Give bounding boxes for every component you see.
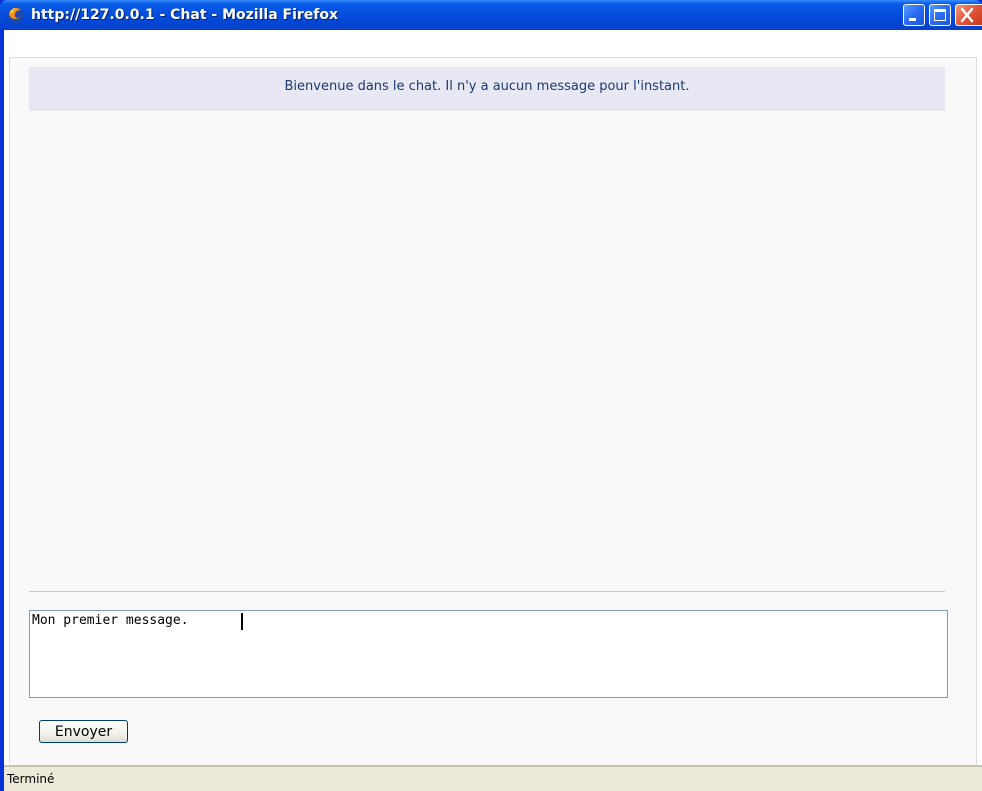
status-bar: Terminé — [4, 765, 982, 791]
welcome-banner: Bienvenue dans le chat. Il n'y a aucun m… — [29, 67, 945, 111]
text-cursor — [241, 613, 243, 630]
maximize-icon — [934, 9, 946, 21]
send-button[interactable]: Envoyer — [39, 720, 128, 743]
minimize-button[interactable] — [903, 4, 925, 26]
chat-panel: Bienvenue dans le chat. Il n'y a aucun m… — [9, 57, 977, 780]
title-bar[interactable]: http://127.0.0.1 - Chat - Mozilla Firefo… — [0, 0, 982, 30]
firefox-icon — [7, 6, 25, 24]
minimize-icon — [909, 18, 916, 21]
close-button[interactable] — [955, 4, 982, 26]
window-title: http://127.0.0.1 - Chat - Mozilla Firefo… — [31, 7, 339, 23]
welcome-message: Bienvenue dans le chat. Il n'y a aucun m… — [284, 79, 690, 94]
message-input-text: Mon premier message. — [32, 613, 189, 628]
separator — [29, 591, 945, 592]
send-button-label: Envoyer — [54, 724, 113, 740]
status-text: Terminé — [7, 772, 55, 786]
maximize-button[interactable] — [929, 4, 951, 26]
browser-content: Bienvenue dans le chat. Il n'y a aucun m… — [4, 30, 982, 780]
close-icon — [960, 7, 974, 23]
message-input[interactable]: Mon premier message. — [29, 610, 948, 698]
browser-window: http://127.0.0.1 - Chat - Mozilla Firefo… — [0, 0, 982, 791]
